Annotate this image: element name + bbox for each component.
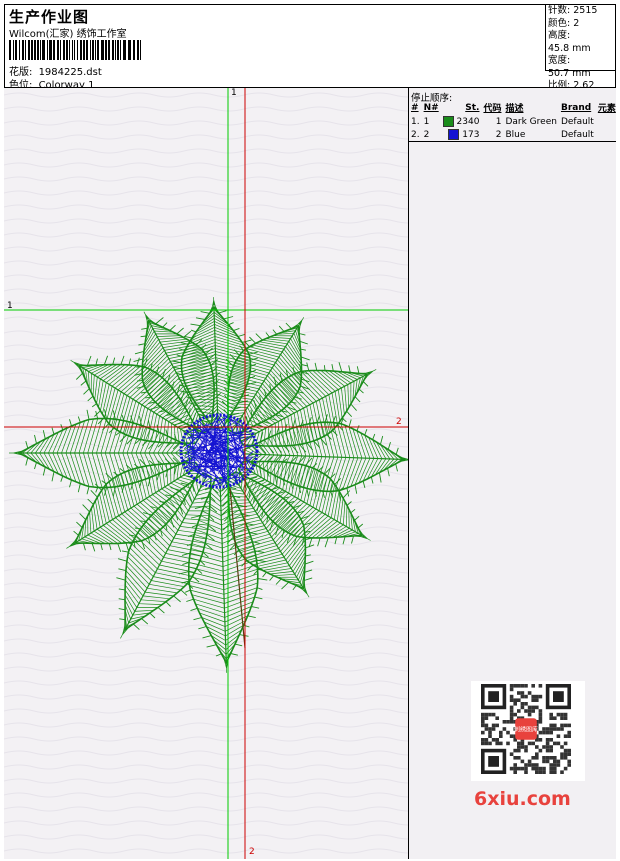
table-header-row: # N# St. 代码 描述 Brand 元素 [409, 100, 618, 115]
qr-code[interactable]: 刺绣图库 [471, 681, 585, 781]
color-swatch-blue [448, 129, 460, 140]
qr-pattern: 刺绣图库 [481, 684, 571, 774]
col-description: 描述 [505, 104, 524, 114]
design-stats: 针数: 2515 颜色: 2 高度: 45.8 mm 宽度: 50.7 mm 比… [545, 5, 615, 91]
axis-label-green-h: 1 [7, 301, 13, 311]
color-swatch-dark-green [442, 116, 454, 127]
barcode [9, 40, 143, 60]
col-element: 元素 [597, 104, 616, 114]
col-needle: N# [423, 102, 439, 113]
embroidery-preview [4, 88, 408, 859]
qr-badge-text: 刺绣图库 [514, 726, 538, 734]
col-stitches: St. [465, 102, 480, 113]
axis-label-red-v: 2 [249, 847, 255, 857]
col-code: 代码 [483, 104, 502, 114]
col-brand: Brand [560, 102, 592, 113]
panel-divider [409, 141, 616, 142]
stat-stitches: 针数: 2515 [548, 5, 598, 16]
company-name: Wilcom(汇家) 绣饰工作室 [9, 29, 127, 40]
stat-width: 宽度: 50.7 mm [548, 55, 591, 79]
design-canvas[interactable]: 1 1 2 2 [4, 88, 409, 859]
stat-colors: 颜色: 2 [548, 17, 580, 29]
color-sequence-table: # N# St. 代码 描述 Brand 元素 1. 1 2340 1 Dark… [409, 100, 618, 141]
col-index: # [411, 102, 419, 113]
table-row[interactable]: 1. 1 2340 1 Dark Green Default [409, 115, 618, 128]
page-title: 生产作业图 [9, 8, 90, 26]
sheet-header: 生产作业图 Wilcom(汇家) 绣饰工作室 花版: 1984225.dst 色… [4, 4, 616, 91]
watermark-site: 6xiu.com [474, 788, 571, 810]
table-row[interactable]: 2. 2 173 2 Blue Default [409, 128, 618, 141]
axis-label-green-v: 1 [231, 88, 237, 98]
axis-label-red-h: 2 [396, 417, 402, 427]
stat-height: 高度: 45.8 mm [548, 30, 591, 54]
